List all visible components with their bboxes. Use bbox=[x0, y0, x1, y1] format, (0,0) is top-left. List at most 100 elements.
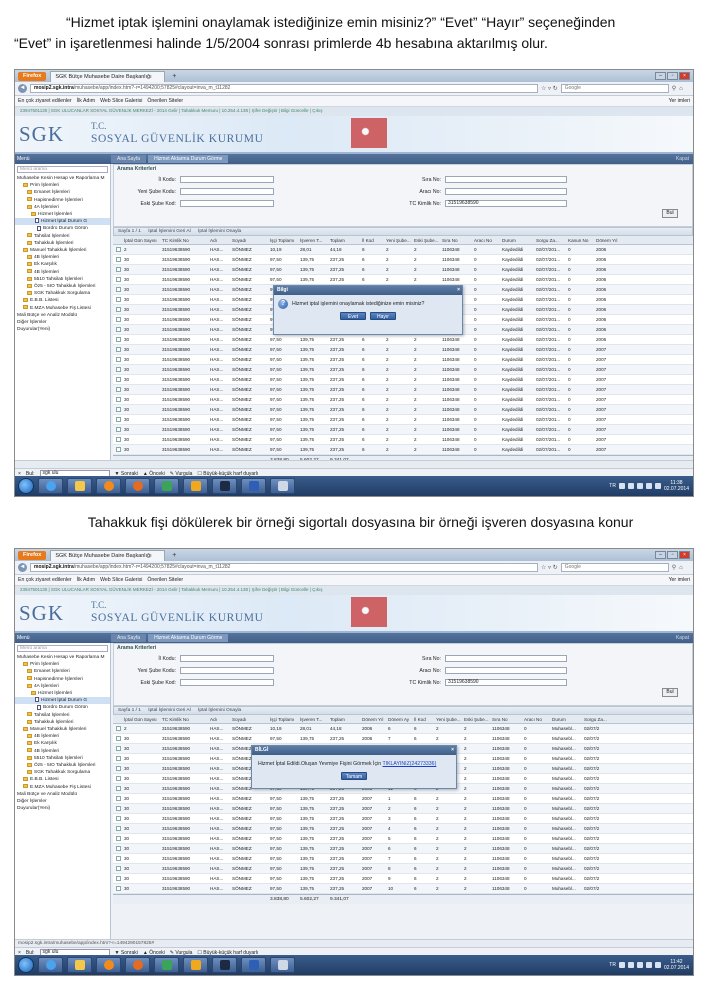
row-checkbox[interactable] bbox=[113, 445, 122, 454]
table-row[interactable]: 3031519638590HAS...SÖNMEZ97,50139,75237,… bbox=[113, 804, 693, 814]
tray-icon[interactable] bbox=[636, 483, 643, 489]
table-row[interactable]: 3031519638590HAS...SÖNMEZ97,50139,75237,… bbox=[113, 375, 693, 385]
table-row[interactable]: 3031519638590HAS...SÖNMEZ97,50139,75237,… bbox=[113, 255, 693, 265]
table-row[interactable]: 3031519638590HAS...SÖNMEZ97,50139,75237,… bbox=[113, 834, 693, 844]
sidebar-item[interactable]: Muhasebe Kesin Hesap ve Raporlama M bbox=[15, 175, 110, 182]
volume-icon[interactable] bbox=[654, 483, 661, 489]
column-header[interactable]: İşveren T... bbox=[298, 715, 328, 723]
dialog-close-icon[interactable]: × bbox=[457, 286, 460, 295]
clock[interactable]: 11:38 02.07.2014 bbox=[664, 480, 689, 492]
row-checkbox[interactable] bbox=[113, 285, 122, 294]
table-row[interactable]: 3031519638590HAS...SÖNMEZ97,50139,75237,… bbox=[113, 864, 693, 874]
url-bar[interactable]: mosip2.sgk.intra/muhasebe/app/index.htm?… bbox=[30, 563, 538, 572]
column-header[interactable]: Kanun No bbox=[566, 236, 594, 244]
close-all-tabs[interactable]: Kapat bbox=[676, 156, 693, 162]
volume-icon[interactable] bbox=[654, 962, 661, 968]
tray-icon[interactable] bbox=[627, 962, 634, 968]
new-tab-button[interactable]: + bbox=[169, 552, 179, 559]
media-player-taskbar-icon[interactable] bbox=[96, 478, 121, 494]
bookmarks-menu[interactable]: Yer imleri bbox=[669, 98, 690, 104]
sidebar-item[interactable]: Hapisnedirme İşlemleri bbox=[15, 676, 110, 683]
column-header[interactable]: TC Kimlik No bbox=[160, 236, 208, 244]
sidebar-item[interactable]: Manuel Tahakkuk İşlemleri bbox=[15, 726, 110, 733]
bookmarks-menu[interactable]: Yer imleri bbox=[669, 577, 690, 583]
column-header[interactable]: Soyadı bbox=[230, 236, 268, 244]
sidebar-item[interactable]: 4B İşlemleri bbox=[15, 269, 110, 276]
menu-search-input[interactable]: Menü arama bbox=[17, 166, 108, 173]
row-checkbox[interactable] bbox=[113, 834, 122, 843]
il-kodu-input[interactable] bbox=[180, 176, 274, 183]
column-header[interactable]: Eski Şube... bbox=[462, 715, 490, 723]
row-checkbox[interactable] bbox=[113, 415, 122, 424]
column-header[interactable]: İl Kod bbox=[360, 236, 384, 244]
sidebar-item[interactable]: 4B İşlemleri bbox=[15, 254, 110, 261]
sidebar-item[interactable]: Hizmet İşlemleri bbox=[15, 690, 110, 697]
bookmark-most-visited[interactable]: En çok ziyaret edilenler bbox=[18, 98, 72, 104]
row-checkbox[interactable] bbox=[113, 375, 122, 384]
table-row[interactable]: 3031519638590HAS...SÖNMEZ97,50139,75237,… bbox=[113, 854, 693, 864]
sidebar-item[interactable]: Tahakkuk İşlemleri bbox=[15, 240, 110, 247]
media-player-taskbar-icon[interactable] bbox=[96, 957, 121, 973]
reload-icon[interactable]: ☆ ▿ ↻ bbox=[541, 564, 558, 571]
tray-icon[interactable] bbox=[618, 483, 625, 489]
column-header[interactable]: İptal Gün Sayısı bbox=[122, 715, 160, 723]
firefox-menu-button[interactable]: Firefox bbox=[18, 71, 47, 81]
app-taskbar-icon[interactable] bbox=[154, 957, 179, 973]
undo-cancel-button[interactable]: İptal İşlemini Geri Al bbox=[148, 229, 190, 234]
araci-no-input[interactable] bbox=[445, 667, 567, 674]
column-header[interactable]: Sorgu Za... bbox=[534, 236, 566, 244]
sidebar-item[interactable]: E.MZA Muhasebe Fiş Listesi bbox=[15, 784, 110, 791]
row-checkbox[interactable] bbox=[113, 295, 122, 304]
explorer-taskbar-icon[interactable] bbox=[67, 478, 92, 494]
start-button-icon[interactable] bbox=[18, 478, 34, 494]
sidebar-item[interactable]: Mali Bütçe ve Analiz Modülü bbox=[15, 312, 110, 319]
window-taskbar-icon[interactable] bbox=[212, 957, 237, 973]
undo-cancel-button[interactable]: İptal İşlemini Geri Al bbox=[148, 708, 190, 713]
close-all-tabs[interactable]: Kapat bbox=[676, 635, 693, 641]
row-checkbox[interactable] bbox=[113, 275, 122, 284]
tray-icon[interactable] bbox=[618, 962, 625, 968]
sidebar-item[interactable]: E.B.B. Listesi bbox=[15, 297, 110, 304]
column-header[interactable]: Soyadı bbox=[230, 715, 268, 723]
row-checkbox[interactable] bbox=[113, 814, 122, 823]
browser-tab[interactable]: SGK Bütçe Muhasebe Daire Başkanlığı bbox=[50, 549, 166, 561]
column-header[interactable]: Eski Şube... bbox=[412, 236, 440, 244]
minimize-icon[interactable]: – bbox=[655, 72, 666, 80]
ie-taskbar-icon[interactable] bbox=[38, 478, 63, 494]
table-row[interactable]: 3031519638590HAS...SÖNMEZ97,50139,75237,… bbox=[113, 425, 693, 435]
sidebar-item[interactable]: Tahakkuk İşlemleri bbox=[15, 719, 110, 726]
table-row[interactable]: 3031519638590HAS...SÖNMEZ97,50139,75237,… bbox=[113, 884, 693, 894]
firefox-taskbar-icon[interactable] bbox=[125, 957, 150, 973]
table-row[interactable]: 3031519638590HAS...SÖNMEZ97,50139,75237,… bbox=[113, 275, 693, 285]
search-box[interactable]: Google bbox=[560, 563, 669, 572]
row-checkbox[interactable] bbox=[113, 874, 122, 883]
row-checkbox[interactable] bbox=[113, 265, 122, 274]
eski-sube-input[interactable] bbox=[180, 679, 274, 686]
column-header[interactable]: Sıra No bbox=[440, 236, 472, 244]
column-header[interactable]: İşveren T... bbox=[298, 236, 328, 244]
sidebar-item[interactable]: Mali Bütçe ve Analiz Modülü bbox=[15, 791, 110, 798]
ok-button[interactable]: Tamam bbox=[341, 772, 367, 780]
ie-taskbar-icon[interactable] bbox=[38, 957, 63, 973]
dialog-close-icon[interactable]: × bbox=[451, 746, 454, 755]
row-checkbox[interactable] bbox=[113, 844, 122, 853]
bookmark-most-visited[interactable]: En çok ziyaret edilenler bbox=[18, 577, 72, 583]
sidebar-item[interactable]: 4A İşlemleri bbox=[15, 204, 110, 211]
table-row[interactable]: 3031519638590HAS...SÖNMEZ97,50139,75237,… bbox=[113, 844, 693, 854]
table-row[interactable]: 3031519638590HAS...SÖNMEZ97,50139,75237,… bbox=[113, 814, 693, 824]
sidebar-item[interactable]: Prim İşlemleri bbox=[15, 182, 110, 189]
row-checkbox[interactable] bbox=[113, 385, 122, 394]
column-header[interactable]: Aracı No bbox=[472, 236, 500, 244]
maximize-icon[interactable]: ▫ bbox=[667, 551, 678, 559]
sidebar-item[interactable]: 4B İşlemleri bbox=[15, 733, 110, 740]
column-header[interactable]: Adı bbox=[208, 715, 230, 723]
row-checkbox[interactable] bbox=[113, 315, 122, 324]
calculator-taskbar-icon[interactable] bbox=[270, 957, 295, 973]
column-header[interactable]: İşçi Toplamı bbox=[268, 236, 298, 244]
close-icon[interactable]: × bbox=[679, 551, 690, 559]
row-checkbox[interactable] bbox=[113, 824, 122, 833]
browser-tab[interactable]: SGK Bütçe Muhasebe Daire Başkanlığı bbox=[50, 70, 166, 82]
tab-home[interactable]: Ana Sayfa bbox=[111, 634, 147, 642]
sidebar-item[interactable]: Manuel Tahakkuk İşlemleri bbox=[15, 247, 110, 254]
back-arrow-icon[interactable]: ◄ bbox=[18, 563, 27, 572]
